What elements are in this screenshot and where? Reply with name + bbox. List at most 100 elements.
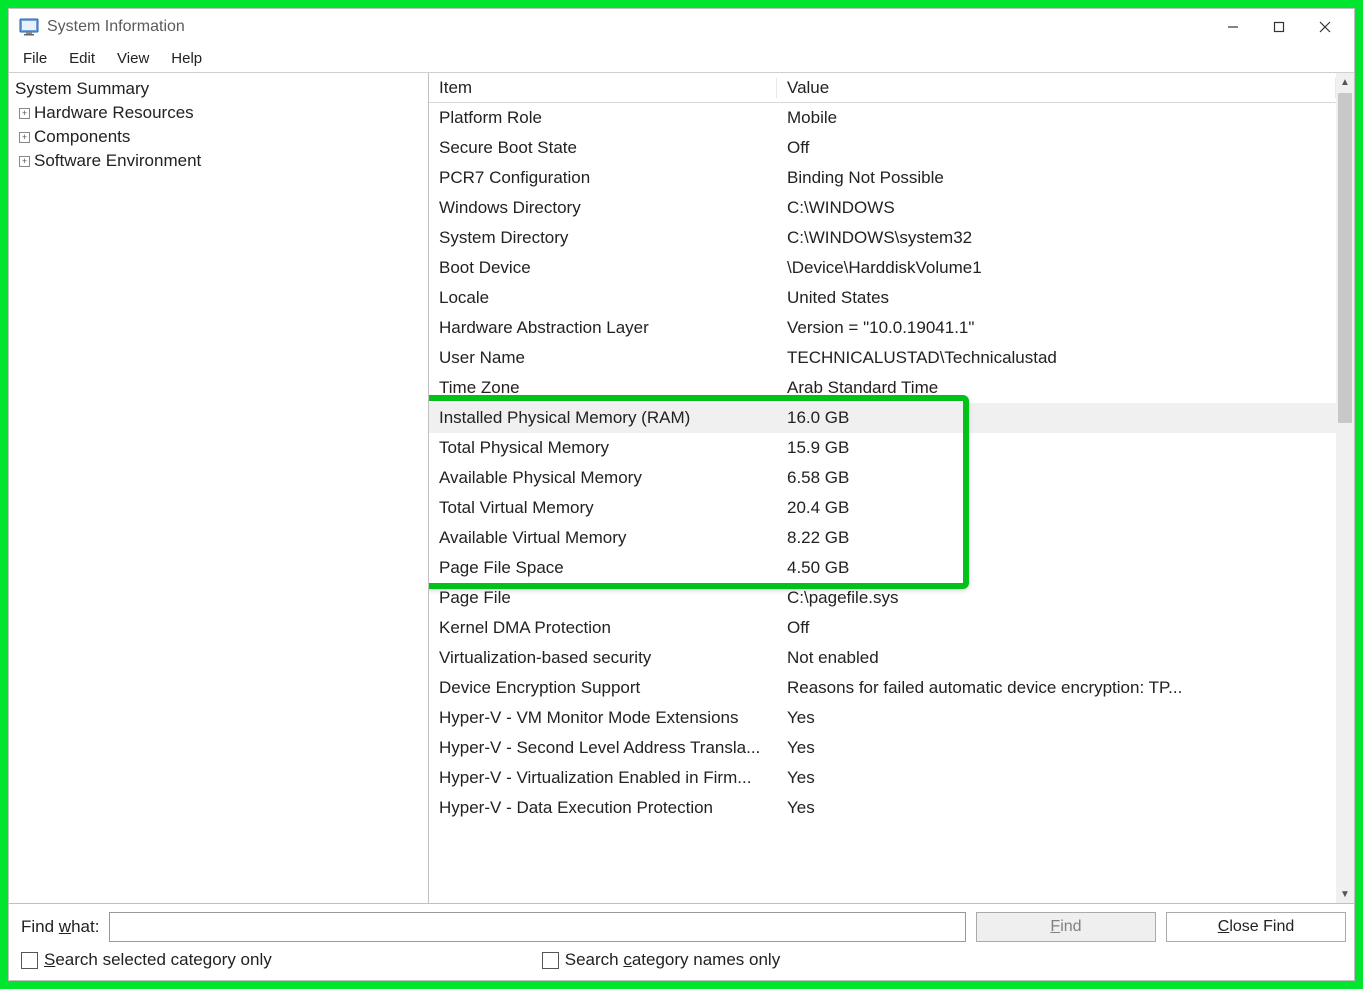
details-list[interactable]: Item Value Platform RoleMobileSecure Boo… — [429, 73, 1336, 903]
table-row[interactable]: Available Physical Memory6.58 GB — [429, 463, 1336, 493]
cell-value: 16.0 GB — [777, 408, 1336, 428]
cell-item: Kernel DMA Protection — [429, 618, 777, 638]
window-title: System Information — [47, 18, 185, 36]
menu-file[interactable]: File — [13, 48, 57, 69]
table-row[interactable]: Available Virtual Memory8.22 GB — [429, 523, 1336, 553]
chk-label: Search category names only — [565, 950, 780, 970]
chk-label: Search selected category only — [44, 950, 272, 970]
table-row[interactable]: User NameTECHNICALUSTAD\Technicalustad — [429, 343, 1336, 373]
cell-item: Installed Physical Memory (RAM) — [429, 408, 777, 428]
table-row[interactable]: Windows DirectoryC:\WINDOWS — [429, 193, 1336, 223]
app-icon — [19, 17, 39, 37]
table-row[interactable]: Hyper-V - VM Monitor Mode ExtensionsYes — [429, 703, 1336, 733]
find-label: Find what: — [17, 917, 99, 937]
cell-value: 8.22 GB — [777, 528, 1336, 548]
cell-item: Virtualization-based security — [429, 648, 777, 668]
cell-item: Hyper-V - Second Level Address Transla..… — [429, 738, 777, 758]
cell-item: Available Physical Memory — [429, 468, 777, 488]
table-row[interactable]: Kernel DMA ProtectionOff — [429, 613, 1336, 643]
cell-item: Hyper-V - VM Monitor Mode Extensions — [429, 708, 777, 728]
cell-item: Page File — [429, 588, 777, 608]
vertical-scrollbar[interactable]: ▲ ▼ — [1336, 73, 1354, 903]
cell-item: Total Virtual Memory — [429, 498, 777, 518]
cell-value: C:\WINDOWS\system32 — [777, 228, 1336, 248]
table-row[interactable]: Page FileC:\pagefile.sys — [429, 583, 1336, 613]
table-row[interactable]: Total Virtual Memory20.4 GB — [429, 493, 1336, 523]
tree-node-components[interactable]: + Components — [15, 125, 422, 149]
table-row[interactable]: Installed Physical Memory (RAM)16.0 GB — [429, 403, 1336, 433]
close-find-button[interactable]: Close Find — [1166, 912, 1346, 942]
cell-value: Yes — [777, 798, 1336, 818]
maximize-button[interactable] — [1256, 11, 1302, 43]
table-row[interactable]: Hyper-V - Data Execution ProtectionYes — [429, 793, 1336, 823]
cell-item: Time Zone — [429, 378, 777, 398]
cell-item: Hardware Abstraction Layer — [429, 318, 777, 338]
chk-search-category-names[interactable]: Search category names only — [542, 950, 780, 970]
table-row[interactable]: Virtualization-based securityNot enabled — [429, 643, 1336, 673]
cell-value: C:\pagefile.sys — [777, 588, 1336, 608]
expand-icon[interactable]: + — [19, 156, 30, 167]
cell-item: Windows Directory — [429, 198, 777, 218]
table-row[interactable]: Hyper-V - Second Level Address Transla..… — [429, 733, 1336, 763]
header-item[interactable]: Item — [429, 78, 777, 98]
table-row[interactable]: System DirectoryC:\WINDOWS\system32 — [429, 223, 1336, 253]
minimize-button[interactable] — [1210, 11, 1256, 43]
find-button[interactable]: Find — [976, 912, 1156, 942]
cell-item: User Name — [429, 348, 777, 368]
cell-value: Binding Not Possible — [777, 168, 1336, 188]
cell-value: TECHNICALUSTAD\Technicalustad — [777, 348, 1336, 368]
table-row[interactable]: Hyper-V - Virtualization Enabled in Firm… — [429, 763, 1336, 793]
tree-label: Components — [34, 127, 130, 147]
cell-item: Total Physical Memory — [429, 438, 777, 458]
find-input[interactable] — [109, 912, 966, 942]
cell-value: Yes — [777, 738, 1336, 758]
menu-edit[interactable]: Edit — [59, 48, 105, 69]
cell-value: 4.50 GB — [777, 558, 1336, 578]
cell-value: Arab Standard Time — [777, 378, 1336, 398]
expand-icon[interactable]: + — [19, 132, 30, 143]
cell-value: Yes — [777, 768, 1336, 788]
close-button[interactable] — [1302, 11, 1348, 43]
cell-value: 6.58 GB — [777, 468, 1336, 488]
cell-item: Hyper-V - Virtualization Enabled in Firm… — [429, 768, 777, 788]
menu-view[interactable]: View — [107, 48, 159, 69]
checkbox-icon[interactable] — [542, 952, 559, 969]
table-row[interactable]: Platform RoleMobile — [429, 103, 1336, 133]
cell-value: C:\WINDOWS — [777, 198, 1336, 218]
menubar: File Edit View Help — [9, 45, 1354, 73]
cell-value: Yes — [777, 708, 1336, 728]
expand-icon[interactable]: + — [19, 108, 30, 119]
table-row[interactable]: Device Encryption SupportReasons for fai… — [429, 673, 1336, 703]
table-row[interactable]: Boot Device\Device\HarddiskVolume1 — [429, 253, 1336, 283]
cell-value: Off — [777, 138, 1336, 158]
table-row[interactable]: LocaleUnited States — [429, 283, 1336, 313]
checkbox-icon[interactable] — [21, 952, 38, 969]
cell-item: PCR7 Configuration — [429, 168, 777, 188]
cell-value: Reasons for failed automatic device encr… — [777, 678, 1336, 698]
scrollbar-thumb[interactable] — [1338, 93, 1352, 423]
table-row[interactable]: PCR7 ConfigurationBinding Not Possible — [429, 163, 1336, 193]
cell-item: Boot Device — [429, 258, 777, 278]
cell-item: Locale — [429, 288, 777, 308]
table-row[interactable]: Page File Space4.50 GB — [429, 553, 1336, 583]
tree-node-software-environment[interactable]: + Software Environment — [15, 149, 422, 173]
list-header[interactable]: Item Value — [429, 73, 1336, 103]
tree-label: Hardware Resources — [34, 103, 194, 123]
scroll-down-icon[interactable]: ▼ — [1336, 885, 1354, 903]
chk-search-selected-category[interactable]: Search selected category only — [21, 950, 272, 970]
table-row[interactable]: Hardware Abstraction LayerVersion = "10.… — [429, 313, 1336, 343]
header-value[interactable]: Value — [777, 78, 1336, 98]
cell-item: Secure Boot State — [429, 138, 777, 158]
cell-item: Hyper-V - Data Execution Protection — [429, 798, 777, 818]
titlebar[interactable]: System Information — [9, 9, 1354, 45]
menu-help[interactable]: Help — [161, 48, 212, 69]
cell-item: Device Encryption Support — [429, 678, 777, 698]
tree-node-hardware-resources[interactable]: + Hardware Resources — [15, 101, 422, 125]
tree-root[interactable]: System Summary — [15, 77, 422, 101]
scroll-up-icon[interactable]: ▲ — [1336, 73, 1354, 91]
table-row[interactable]: Secure Boot StateOff — [429, 133, 1336, 163]
table-row[interactable]: Total Physical Memory15.9 GB — [429, 433, 1336, 463]
tree-pane[interactable]: System Summary + Hardware Resources + Co… — [9, 73, 429, 903]
table-row[interactable]: Time ZoneArab Standard Time — [429, 373, 1336, 403]
find-bar: Find what: Find Close Find Search select… — [9, 903, 1354, 980]
